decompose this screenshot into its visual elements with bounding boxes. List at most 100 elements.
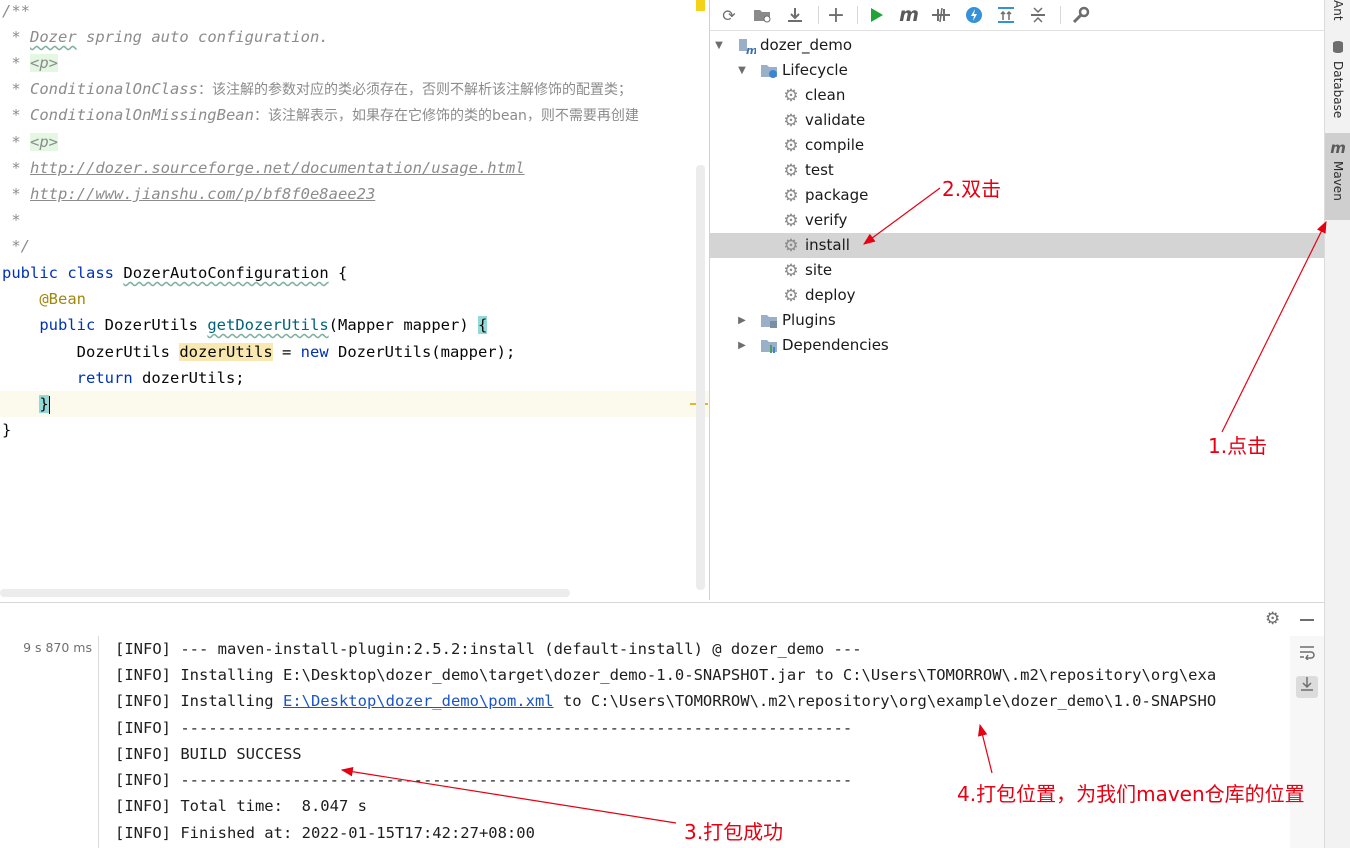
console-line: [INFO] Finished at: 2022-01-15T17:42:27+… bbox=[115, 824, 535, 842]
expand-arrow-icon[interactable]: ▼ bbox=[712, 33, 726, 58]
lifecycle-item-verify[interactable]: ⚙ verify bbox=[710, 208, 1325, 233]
settings-wrench-icon[interactable] bbox=[1070, 4, 1092, 26]
console-text: [INFO] Installing bbox=[115, 692, 283, 710]
soft-wrap-icon[interactable] bbox=[1296, 644, 1318, 666]
lifecycle-item-compile[interactable]: ⚙ compile bbox=[710, 133, 1325, 158]
keyword-class: class bbox=[67, 264, 115, 282]
reload-icon[interactable]: ⟳ bbox=[718, 4, 740, 26]
comment-conditional-on-class: ConditionalOnClass bbox=[30, 80, 198, 98]
tab-maven[interactable]: m Maven bbox=[1325, 133, 1350, 220]
code-editor[interactable]: /** * Dozer spring auto configuration. *… bbox=[0, 0, 709, 600]
collapse-arrow-icon[interactable]: ▶ bbox=[735, 308, 749, 333]
code-line: DozerUtils dozerUtils = new DozerUtils(m… bbox=[2, 339, 515, 365]
run-console[interactable]: 9 s 870 ms [INFO] --- maven-install-plug… bbox=[0, 636, 1324, 848]
tree-label-plugins: Plugins bbox=[782, 311, 836, 329]
generate-sources-icon[interactable] bbox=[751, 4, 773, 26]
tab-ant[interactable]: Ant bbox=[1325, 0, 1350, 21]
console-line: [INFO] --- maven-install-plugin:2.5.2:in… bbox=[115, 640, 862, 658]
lifecycle-label: compile bbox=[805, 136, 865, 154]
return-type[interactable]: DozerUtils bbox=[105, 316, 198, 334]
editor-warning-marker[interactable] bbox=[696, 0, 705, 11]
code-line: * Dozer spring auto configuration. bbox=[2, 24, 328, 50]
collapse-arrow-icon[interactable]: ▶ bbox=[735, 333, 749, 358]
lifecycle-item-package[interactable]: ⚙ package bbox=[710, 183, 1325, 208]
lifecycle-item-clean[interactable]: ⚙ clean bbox=[710, 83, 1325, 108]
lifecycle-label: package bbox=[805, 186, 869, 204]
svg-text:m: m bbox=[746, 44, 756, 55]
settings-gear-icon[interactable]: ⚙ bbox=[1265, 609, 1280, 629]
dependencies-folder-icon bbox=[760, 337, 778, 355]
maven-tool-window: ⟳ + m ▼ m bbox=[709, 0, 1325, 600]
code-line: @Bean bbox=[2, 286, 86, 312]
lifecycle-label: test bbox=[805, 161, 834, 179]
editor-vertical-scrollbar[interactable] bbox=[696, 165, 705, 590]
local-type[interactable]: DozerUtils bbox=[77, 343, 170, 361]
comment-link-jianshu[interactable]: http://www.jianshu.com/p/bf8f0e8aee23 bbox=[30, 185, 375, 203]
run-icon[interactable] bbox=[866, 4, 888, 26]
toolbar-separator bbox=[857, 6, 858, 24]
expand-arrow-icon[interactable]: ▼ bbox=[735, 58, 749, 83]
comment-star: * bbox=[2, 211, 21, 229]
lifecycle-item-site[interactable]: ⚙ site bbox=[710, 258, 1325, 283]
local-variable-highlighted[interactable]: dozerUtils bbox=[179, 343, 273, 361]
lifecycle-item-validate[interactable]: ⚙ validate bbox=[710, 108, 1325, 133]
tab-database-label: Database bbox=[1331, 61, 1345, 119]
method-name[interactable]: getDozerUtils bbox=[207, 316, 328, 334]
tree-item-plugins[interactable]: ▶ Plugins bbox=[710, 308, 1325, 333]
console-line: [INFO] Installing E:\Desktop\dozer_demo\… bbox=[115, 688, 1216, 714]
lifecycle-label: clean bbox=[805, 86, 846, 104]
return-expression: dozerUtils; bbox=[132, 369, 245, 387]
comment-open: /** bbox=[2, 2, 30, 20]
tree-item-lifecycle[interactable]: ▼ Lifecycle bbox=[710, 58, 1325, 83]
gear-icon: ⚙ bbox=[783, 286, 799, 306]
gear-icon: ⚙ bbox=[783, 211, 799, 231]
toggle-offline-icon[interactable] bbox=[930, 4, 952, 26]
lifecycle-label: install bbox=[805, 236, 850, 254]
lifecycle-label: site bbox=[805, 261, 833, 279]
skip-tests-icon[interactable] bbox=[963, 4, 985, 26]
lifecycle-item-install[interactable]: ⚙ install bbox=[710, 233, 1325, 258]
console-line: [INFO] BUILD SUCCESS bbox=[115, 745, 302, 763]
code-line: * http://www.jianshu.com/p/bf8f0e8aee23 bbox=[2, 185, 376, 203]
maven-icon: m bbox=[1330, 139, 1346, 157]
elapsed-time: 9 s 870 ms bbox=[23, 640, 92, 655]
annotation-step4: 4.打包位置，为我们maven仓库的位置 bbox=[957, 782, 1305, 806]
lifecycle-label: validate bbox=[805, 111, 866, 129]
lifecycle-item-test[interactable]: ⚙ test bbox=[710, 158, 1325, 183]
console-line: [INFO] Installing E:\Desktop\dozer_demo\… bbox=[115, 666, 1217, 684]
tree-label-lifecycle: Lifecycle bbox=[782, 61, 848, 79]
class-name[interactable]: DozerAutoConfiguration bbox=[123, 264, 328, 282]
gear-icon: ⚙ bbox=[783, 186, 799, 206]
download-icon[interactable] bbox=[784, 4, 806, 26]
show-dependencies-icon[interactable] bbox=[995, 4, 1017, 26]
tree-item-project[interactable]: ▼ m dozer_demo bbox=[710, 33, 1325, 58]
scroll-to-end-icon[interactable] bbox=[1296, 676, 1318, 698]
console-file-link[interactable]: E:\Desktop\dozer_demo\pom.xml bbox=[283, 692, 554, 710]
comment-p-tag: <p> bbox=[30, 54, 58, 72]
code-line: } bbox=[2, 391, 50, 417]
minimize-icon[interactable] bbox=[1300, 619, 1314, 621]
console-side-toolbar bbox=[1290, 636, 1324, 848]
comment-link-dozer-docs[interactable]: http://dozer.sourceforge.net/documentati… bbox=[30, 159, 525, 177]
annotation-bean[interactable]: @Bean bbox=[39, 290, 86, 308]
editor-horizontal-scrollbar[interactable] bbox=[0, 589, 570, 597]
annotation-step2: 2.双击 bbox=[942, 177, 1002, 201]
add-icon[interactable]: + bbox=[825, 3, 847, 28]
console-line: [INFO] ---------------------------------… bbox=[115, 771, 853, 789]
tree-item-dependencies[interactable]: ▶ Dependencies bbox=[710, 333, 1325, 358]
method-params: (Mapper mapper) bbox=[328, 316, 478, 334]
build-tree-gutter: 9 s 870 ms bbox=[0, 636, 99, 848]
gear-icon: ⚙ bbox=[783, 236, 799, 256]
lifecycle-item-deploy[interactable]: ⚙ deploy bbox=[710, 283, 1325, 308]
maven-goal-icon[interactable]: m bbox=[898, 4, 920, 26]
code-line: * http://dozer.sourceforge.net/documenta… bbox=[2, 159, 525, 177]
code-line: public class DozerAutoConfiguration { bbox=[2, 260, 347, 286]
collapse-all-icon[interactable] bbox=[1027, 4, 1049, 26]
text-caret bbox=[48, 395, 50, 414]
gear-icon: ⚙ bbox=[783, 86, 799, 106]
console-text: to C:\Users\TOMORROW\.m2\repository\org\… bbox=[553, 692, 1217, 710]
lifecycle-label: deploy bbox=[805, 286, 856, 304]
code-line: } bbox=[2, 417, 11, 443]
tab-database[interactable]: Database bbox=[1325, 38, 1350, 122]
tree-label-dependencies: Dependencies bbox=[782, 336, 889, 354]
